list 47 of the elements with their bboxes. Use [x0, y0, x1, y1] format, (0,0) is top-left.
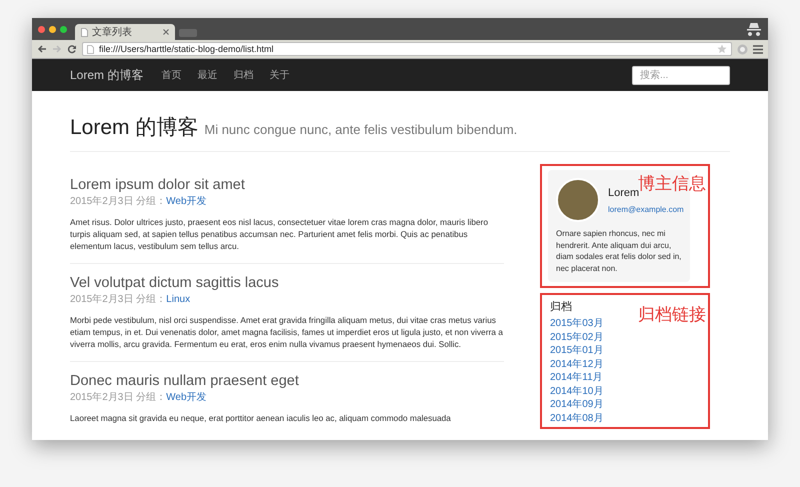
archive-link[interactable]: 2014年08月 — [550, 412, 700, 425]
post-title-link[interactable]: Lorem ipsum dolor sit amet — [70, 176, 504, 194]
nav-link[interactable]: 关于 — [269, 68, 290, 82]
brand-link[interactable]: Lorem 的博客 — [70, 66, 144, 84]
post-excerpt: Laoreet magna sit gravida eu neque, erat porttitor aenean iaculis leo ac, aliquam commodo malesuada — [70, 412, 452, 424]
archive-link[interactable]: 2014年12月 — [550, 358, 700, 371]
blog-subtitle: Mi nunc congue nunc, ante felis vestibulum bibendum. — [204, 122, 518, 137]
archive-link[interactable]: 2014年10月 — [550, 384, 700, 398]
search-field[interactable]: 搜索... — [632, 66, 730, 84]
archive-link[interactable]: 2014年11月 — [550, 371, 700, 384]
nav-link[interactable]: 首页 — [161, 68, 182, 82]
blog-title: Lorem 的博客 — [70, 115, 198, 141]
archive-link[interactable]: 2015年02月 — [550, 330, 700, 344]
email-link[interactable]: lorem@example.com — [608, 204, 684, 214]
document-icon — [81, 28, 88, 36]
maximize-window-icon[interactable] — [60, 26, 67, 32]
category-link[interactable]: Web开发 — [166, 390, 207, 404]
page-icon — [87, 44, 94, 54]
browser-tab[interactable]: 文章列表 — [75, 24, 175, 40]
annotation-label: 归档链接 — [638, 304, 706, 326]
post-date: 2015年2月3日 分组： — [70, 391, 166, 404]
post-title-link[interactable]: Donec mauris nullam praesent eget — [70, 372, 504, 390]
post-title-link[interactable]: Vel volutpat dictum sagittis lacus — [70, 274, 504, 292]
avatar-photo-placeholder — [556, 178, 600, 222]
menu-icon[interactable] — [753, 44, 763, 54]
post-date: 2015年2月3日 分组： — [70, 195, 166, 208]
address-bar[interactable]: file:///Users/harttle/static-blog-demo/list.html — [82, 42, 732, 56]
close-window-icon[interactable] — [38, 26, 45, 32]
close-tab-icon[interactable] — [163, 29, 169, 35]
incognito-icon — [746, 21, 762, 37]
back-arrow-icon[interactable] — [37, 44, 47, 54]
nav-link[interactable]: 最近 — [197, 68, 218, 82]
star-icon[interactable] — [717, 44, 727, 54]
reload-icon[interactable] — [67, 44, 77, 54]
post-excerpt: Morbi pede vestibulum, nisl orci suspendisse. Amet erat gravida fringilla aliquam metus, dui vitae cras metus varius etiam tempus, in et. Dui venenatis dolor, amet magna facilisis, fames ut imperdiet eros ut ligula justo, et non viverra a viverra mollis, arcu gravida. Fermentum eu erat, eros enim nulla vivamus praesent hymenaeos dui. Sollic. — [70, 314, 504, 350]
archive-link[interactable]: 2014年09月 — [550, 398, 700, 412]
annotation-label: 博主信息 — [638, 173, 706, 193]
author-name: Lorem — [608, 186, 640, 198]
archive-link[interactable]: 2015年01月 — [550, 344, 700, 358]
category-link[interactable]: Web开发 — [166, 194, 207, 208]
author-bio: Ornare sapien rhoncus, nec mi hendrerit. Ante aliquam dui arcu, diam sodales erat felis dolor sed in, nec placerat non. — [556, 228, 682, 274]
nav-link[interactable]: 归档 — [233, 68, 254, 82]
post-date: 2015年2月3日 分组： — [70, 293, 166, 306]
archive-heading: 归档 — [550, 300, 573, 314]
category-link[interactable]: Linux — [166, 294, 190, 304]
minimize-window-icon[interactable] — [49, 26, 56, 32]
post-excerpt: Amet risus. Dolor ultrices justo, praesent eos nisl lacus, consectetuer vitae lorem cras magna dolor, mauris libero turpis aliquam sed, at sapien tellus penatibus accumsan nec. Parturient amet felis morbi. Quis ac penatibus elementum lacus, vestibulum sem tellus arcu. — [70, 216, 489, 252]
